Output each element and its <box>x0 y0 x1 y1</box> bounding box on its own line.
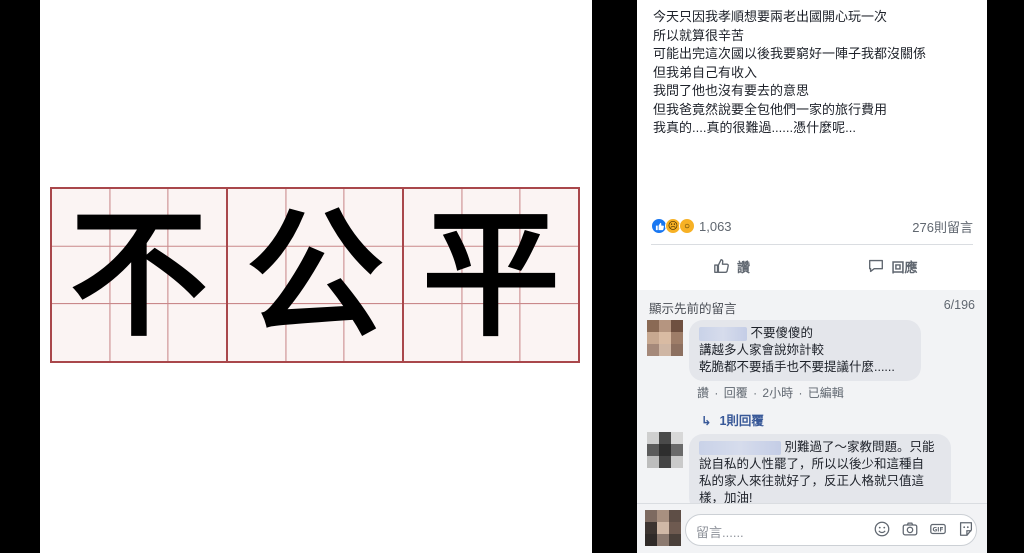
grid-cell: 不 <box>52 189 228 361</box>
show-previous-comments-link[interactable]: 顯示先前的留言 <box>649 298 737 317</box>
comment-bubble: 別難過了～家教問題。只能 說自私的人性罷了，所以以後少和這種自 私的家人來往就好… <box>689 434 951 512</box>
like-button[interactable]: 讚 <box>651 250 812 282</box>
post-panel: 今天只因我孝順想要兩老出國開心玩一次 所以就算很辛苦 可能出完這次國以後我要窮好… <box>637 0 987 553</box>
avatar[interactable] <box>647 432 683 468</box>
comment-button[interactable]: 回應 <box>812 250 973 282</box>
sticker-icon[interactable] <box>957 520 975 538</box>
blurred-author-name[interactable] <box>699 440 781 455</box>
character-ping: 平 <box>421 193 560 356</box>
photo-viewer: 不 公 平 <box>40 0 592 553</box>
wow-icon: ○ <box>679 218 695 234</box>
reply-arrow-icon: ↳ <box>701 414 712 428</box>
character-gong: 公 <box>245 193 384 356</box>
comment-label: 回應 <box>891 259 918 275</box>
avatar[interactable] <box>647 320 683 356</box>
speech-bubble-icon <box>869 259 884 273</box>
divider <box>651 244 973 245</box>
comment-line: 乾脆都不要插手也不要提議什麼...... <box>699 360 895 374</box>
comment-edited-label[interactable]: 已編輯 <box>808 386 844 400</box>
post-text: 今天只因我孝順想要兩老出國開心玩一次 所以就算很辛苦 可能出完這次國以後我要窮好… <box>653 8 973 138</box>
comment-reply-link[interactable]: 回覆 <box>724 386 748 400</box>
avatar <box>645 510 681 546</box>
emoji-icon[interactable] <box>873 520 891 538</box>
like-label: 讚 <box>736 259 750 275</box>
comment-count[interactable]: 276則留言 <box>912 217 973 236</box>
thumbs-up-icon <box>714 259 729 273</box>
comment-meta: 讚 · 回覆 · 2小時 · 已編輯 <box>697 386 844 400</box>
comment-line: 別難過了～家教問題。只能 <box>699 439 941 456</box>
post-line: 我真的....真的很難過......憑什麼呢... <box>653 120 856 135</box>
comment-line: 說自私的人性罷了，所以以後少和這種自 <box>699 457 925 471</box>
calligraphy-grid: 不 公 平 <box>50 187 580 363</box>
comment-line: 私的家人來往就好了，反正人格就只值這 <box>699 474 925 488</box>
gif-icon[interactable]: GIF <box>929 520 947 538</box>
post-line: 所以就算很辛苦 <box>653 27 745 43</box>
comments-header: 顯示先前的留言 6/196 <box>649 298 975 317</box>
post-line: 但我弟自己有收入 <box>653 64 758 80</box>
composer-icons: GIF <box>873 520 975 538</box>
comment-timestamp[interactable]: 2小時 <box>762 386 793 400</box>
post-line: 我問了他也沒有要去的意思 <box>653 83 810 98</box>
svg-text:GIF: GIF <box>933 528 944 534</box>
reaction-count[interactable]: 1,063 <box>699 219 732 234</box>
comment-bubble: 不要傻傻的 講越多人家會說妳計較 乾脆都不要插手也不要提議什麼...... <box>689 320 921 381</box>
comments-position: 6/196 <box>943 298 975 312</box>
post-line: 今天只因我孝順想要兩老出國開心玩一次 <box>653 9 888 24</box>
comment-composer: 留言...... GIF <box>637 503 987 553</box>
grid-cell: 平 <box>404 189 578 361</box>
post-line: 可能出完這次國以後我要窮好一陣子我都沒關係 <box>653 46 927 61</box>
reactions-bar[interactable]: ☹ ○ 1,063 276則留言 <box>651 216 973 236</box>
comment-like-link[interactable]: 讚 <box>697 386 709 400</box>
grid-cell: 公 <box>228 189 404 361</box>
camera-icon[interactable] <box>901 520 919 538</box>
post-actions: 讚 回應 <box>651 250 973 282</box>
character-bu: 不 <box>69 193 208 356</box>
comment-line: 講越多人家會說妳計較 <box>699 343 825 357</box>
blurred-author-name[interactable] <box>699 326 747 341</box>
post-line: 但我爸竟然說要全包他們一家的旅行費用 <box>653 101 888 117</box>
comment-line: 不要傻傻的 <box>699 325 911 342</box>
view-replies-link[interactable]: ↳ 1則回覆 <box>701 410 764 429</box>
